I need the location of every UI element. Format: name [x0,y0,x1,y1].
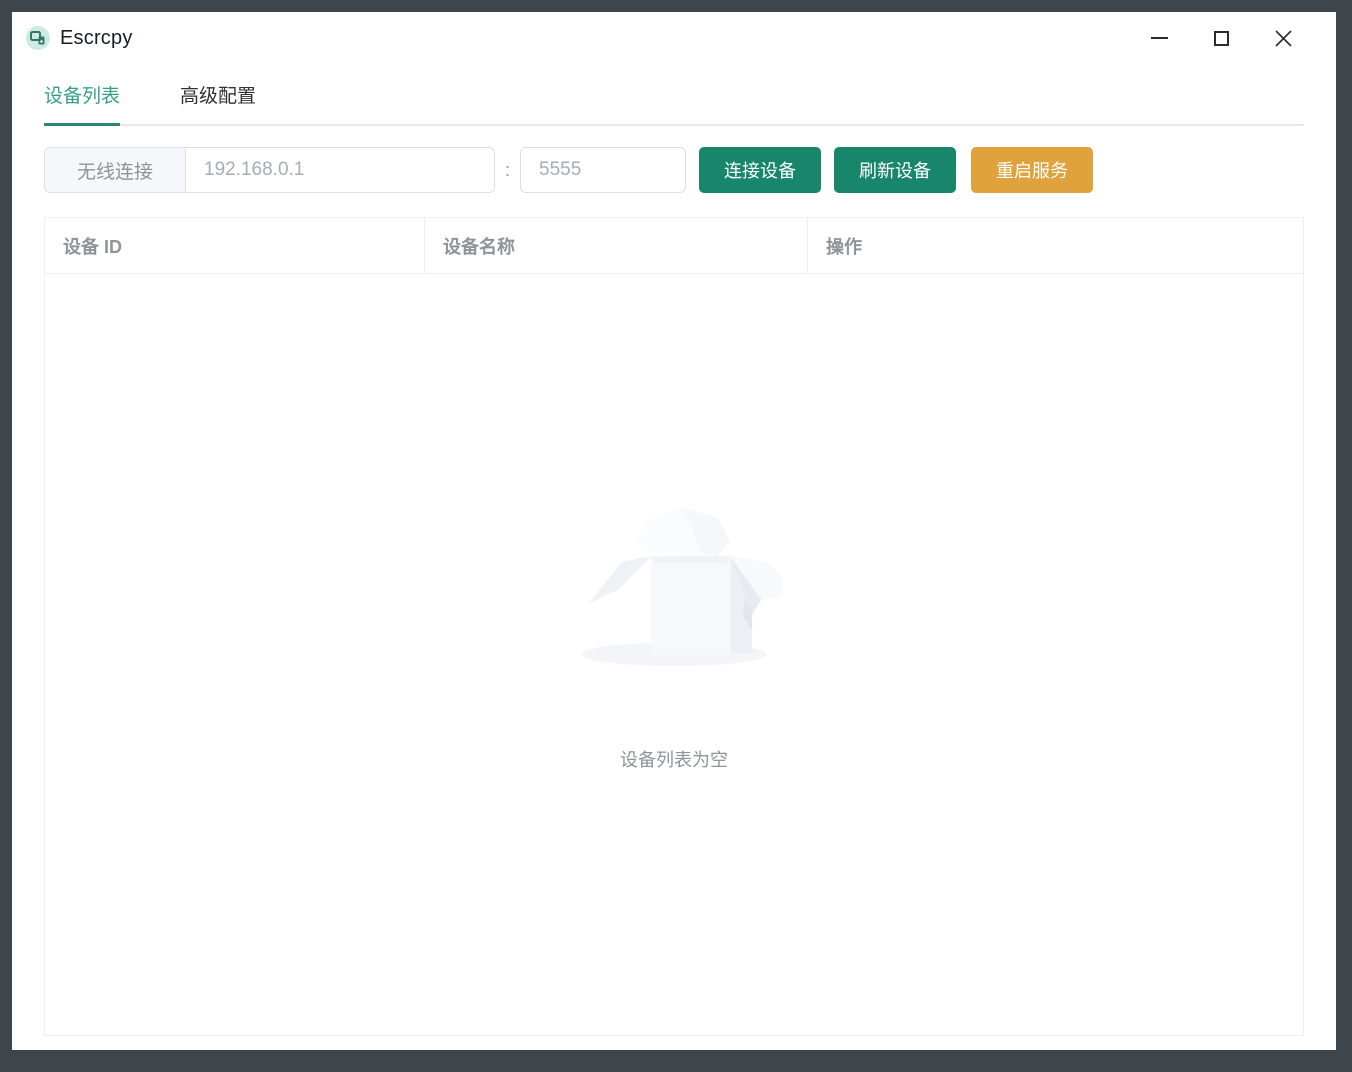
app-logo-icon [26,26,50,50]
device-table: 设备 ID 设备名称 操作 [44,217,1304,1036]
empty-box-illustration [565,498,783,678]
connection-toolbar: 无线连接 : 连接设备 刷新设备 重启服务 [44,147,1304,193]
device-table-body: 设备列表为空 [45,274,1303,1035]
close-icon [1274,29,1293,48]
ip-port-separator: : [505,160,510,181]
wireless-label: 无线连接 [45,148,186,192]
empty-state-text: 设备列表为空 [620,746,728,772]
wireless-input-group: 无线连接 [44,147,495,193]
app-title: Escrcpy [60,27,133,50]
refresh-devices-button[interactable]: 刷新设备 [834,147,956,193]
minimize-icon [1151,37,1168,39]
close-button[interactable] [1252,12,1314,64]
tab-advanced-config-label: 高级配置 [180,81,256,108]
title-bar: Escrcpy [12,12,1336,64]
maximize-icon [1214,31,1229,46]
ip-address-input[interactable] [186,148,494,192]
column-header-device-id: 设备 ID [45,218,425,273]
maximize-button[interactable] [1190,12,1252,64]
tab-device-list[interactable]: 设备列表 [44,64,120,124]
port-input[interactable] [520,147,686,193]
device-table-header: 设备 ID 设备名称 操作 [45,218,1303,274]
tab-advanced-config[interactable]: 高级配置 [180,64,256,124]
connect-device-button[interactable]: 连接设备 [699,147,821,193]
column-header-device-name: 设备名称 [425,218,808,273]
tab-device-list-label: 设备列表 [44,81,120,108]
restart-service-button[interactable]: 重启服务 [971,147,1093,193]
tab-bar: 设备列表 高级配置 [44,64,1304,126]
column-header-actions: 操作 [808,218,1303,273]
window-controls [1128,12,1336,64]
minimize-button[interactable] [1128,12,1190,64]
empty-state: 设备列表为空 [565,498,783,772]
app-window: Escrcpy 设备列表 高级配置 无线连接 [12,12,1336,1050]
